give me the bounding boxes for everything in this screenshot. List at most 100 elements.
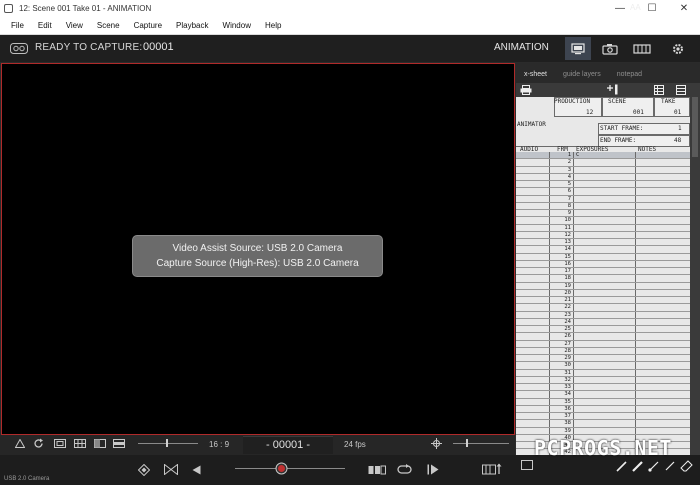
add-frame-icon[interactable] (606, 84, 618, 95)
x-sheet-row[interactable]: 16 (516, 260, 690, 268)
exposure-cell[interactable] (574, 297, 636, 304)
scrubber-playhead[interactable] (275, 462, 288, 475)
opacity-slider[interactable] (453, 443, 509, 444)
audio-cell[interactable] (516, 398, 550, 405)
x-sheet-row[interactable]: 25 (516, 326, 690, 334)
exposure-cell[interactable] (574, 369, 636, 376)
exposure-cell[interactable] (574, 224, 636, 231)
x-sheet-row[interactable]: 19 (516, 282, 690, 290)
notes-cell[interactable] (636, 152, 690, 158)
audio-cell[interactable] (516, 405, 550, 412)
menu-file[interactable]: File (4, 21, 31, 30)
grid-icon[interactable] (74, 439, 86, 448)
exposure-cell[interactable] (574, 405, 636, 412)
exposure-cell[interactable] (574, 166, 636, 173)
notes-cell[interactable] (636, 159, 690, 165)
x-sheet-row[interactable]: 15 (516, 253, 690, 261)
x-sheet-row[interactable]: 18 (516, 275, 690, 283)
notes-cell[interactable] (636, 428, 690, 434)
notes-cell[interactable] (636, 326, 690, 332)
menu-window[interactable]: Window (216, 21, 258, 30)
notes-cell[interactable] (636, 333, 690, 339)
safe-area-icon[interactable] (54, 439, 66, 448)
audio-cell[interactable] (516, 181, 550, 188)
notes-cell[interactable] (636, 246, 690, 252)
exposure-cell[interactable] (574, 420, 636, 427)
list-view-icon[interactable] (676, 85, 686, 95)
audio-cell[interactable] (516, 152, 550, 159)
x-sheet-row[interactable]: 5 (516, 181, 690, 189)
x-sheet-row[interactable]: 4 (516, 173, 690, 181)
pen-icon[interactable] (664, 460, 676, 472)
menu-help[interactable]: Help (258, 21, 288, 30)
bowtie-icon[interactable] (164, 464, 178, 475)
menu-scene[interactable]: Scene (90, 21, 127, 30)
notes-cell[interactable] (636, 167, 690, 173)
x-sheet-row[interactable]: 38 (516, 420, 690, 428)
exposure-cell[interactable] (574, 260, 636, 267)
notes-cell[interactable] (636, 188, 690, 194)
x-sheet-row[interactable]: 35 (516, 398, 690, 406)
audio-cell[interactable] (516, 369, 550, 376)
notes-cell[interactable] (636, 297, 690, 303)
exposure-cell[interactable] (574, 398, 636, 405)
x-sheet-row[interactable]: 6 (516, 188, 690, 196)
x-sheet-row[interactable]: 21 (516, 297, 690, 305)
exposure-cell[interactable] (574, 427, 636, 434)
audio-cell[interactable] (516, 340, 550, 347)
audio-cell[interactable] (516, 311, 550, 318)
x-sheet-row[interactable]: 24 (516, 318, 690, 326)
audio-cell[interactable] (516, 253, 550, 260)
exposure-cell[interactable] (574, 362, 636, 369)
audio-cell[interactable] (516, 195, 550, 202)
split-view-icon[interactable] (94, 439, 106, 448)
x-sheet-row[interactable]: 37 (516, 413, 690, 421)
x-sheet-row[interactable]: 36 (516, 405, 690, 413)
audio-cell[interactable] (516, 224, 550, 231)
notes-cell[interactable] (636, 254, 690, 260)
x-sheet-row[interactable]: 9 (516, 210, 690, 218)
export-frames-icon[interactable] (482, 463, 502, 475)
fps-label[interactable]: 24 fps (344, 440, 366, 449)
x-sheet-row[interactable]: 7 (516, 195, 690, 203)
exposure-cell[interactable] (574, 246, 636, 253)
audio-cell[interactable] (516, 268, 550, 275)
zoom-slider-thumb[interactable] (166, 439, 168, 447)
eraser-icon[interactable] (680, 460, 694, 472)
exposure-cell[interactable] (574, 376, 636, 383)
exposure-cell[interactable] (574, 318, 636, 325)
tab-x-sheet[interactable]: x-sheet (516, 71, 555, 83)
notes-cell[interactable] (636, 362, 690, 368)
widescreen-icon[interactable] (113, 439, 125, 448)
exposure-cell[interactable] (574, 340, 636, 347)
exposure-cell[interactable] (574, 210, 636, 217)
audio-cell[interactable] (516, 413, 550, 420)
menu-playback[interactable]: Playback (169, 21, 215, 30)
tab-notepad[interactable]: notepad (609, 71, 650, 83)
x-sheet-row[interactable]: 29 (516, 355, 690, 363)
frame-icon[interactable] (521, 460, 533, 470)
notes-cell[interactable] (636, 370, 690, 376)
exposure-cell[interactable] (574, 391, 636, 398)
exposure-cell[interactable] (574, 253, 636, 260)
x-sheet-scrollbar[interactable] (690, 97, 700, 455)
x-sheet-row[interactable]: 3 (516, 166, 690, 174)
timeline-view-button[interactable] (629, 37, 655, 60)
audio-cell[interactable] (516, 159, 550, 166)
notes-cell[interactable] (636, 261, 690, 267)
close-button[interactable]: ✕ (668, 0, 700, 17)
x-sheet-row[interactable]: 22 (516, 304, 690, 312)
x-sheet-row[interactable]: 12 (516, 231, 690, 239)
exposure-cell[interactable] (574, 282, 636, 289)
audio-cell[interactable] (516, 231, 550, 238)
notes-cell[interactable] (636, 384, 690, 390)
x-sheet-row[interactable]: 27 (516, 340, 690, 348)
audio-cell[interactable] (516, 362, 550, 369)
exposure-cell[interactable] (574, 347, 636, 354)
notes-cell[interactable] (636, 406, 690, 412)
zoom-slider[interactable] (138, 443, 198, 444)
exposure-cell[interactable] (574, 195, 636, 202)
audio-cell[interactable] (516, 166, 550, 173)
notes-cell[interactable] (636, 420, 690, 426)
notes-cell[interactable] (636, 290, 690, 296)
